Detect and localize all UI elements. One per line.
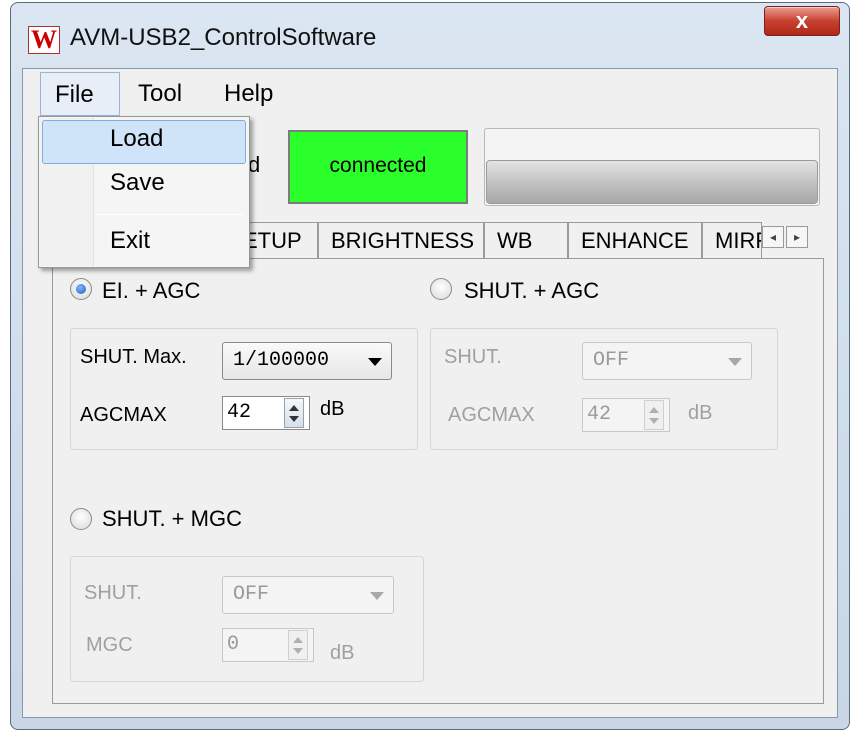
shut-mgc-shut-value: OFF xyxy=(233,583,270,606)
spin-down-icon xyxy=(649,418,659,424)
spin-down-icon xyxy=(293,648,303,654)
tab-mirror[interactable]: MIRF xyxy=(702,222,762,260)
mgc-spin-buttons xyxy=(288,630,308,660)
shut-agc-spin-buttons xyxy=(644,400,664,430)
shut-agc-agcmax-label: AGCMAX xyxy=(448,404,535,426)
shut-max-label: SHUT. Max. xyxy=(80,346,187,368)
agcmax-spin-buttons[interactable] xyxy=(284,398,304,428)
progress-bar xyxy=(486,160,818,204)
shut-agc-shut-label: SHUT. xyxy=(444,346,502,368)
tab-brightness[interactable]: BRIGHTNESS xyxy=(318,222,484,260)
radio-ei-agc-label[interactable]: EI. + AGC xyxy=(102,278,200,304)
shut-agc-shut-select: OFF xyxy=(582,342,752,380)
mgc-unit: dB xyxy=(330,642,355,664)
radio-ei-agc[interactable] xyxy=(70,278,92,300)
radio-shut-agc-label[interactable]: SHUT. + AGC xyxy=(464,278,599,304)
mgc-value: 0 xyxy=(227,633,240,656)
agcmax-value: 42 xyxy=(227,401,252,424)
shut-agc-agcmax-unit: dB xyxy=(688,402,713,424)
close-button[interactable]: x xyxy=(764,6,840,36)
menu-tool[interactable]: Tool xyxy=(128,72,192,116)
shut-agc-agcmax-value: 42 xyxy=(587,403,612,426)
shut-max-select[interactable]: 1/100000 xyxy=(222,342,392,380)
menu-separator xyxy=(96,214,244,215)
radio-shut-mgc[interactable] xyxy=(70,508,92,530)
mgc-label: MGC xyxy=(86,634,133,656)
tab-wb[interactable]: WB xyxy=(484,222,568,260)
menu-help[interactable]: Help xyxy=(214,72,283,116)
tab-scroll-left-button[interactable]: ◂ xyxy=(762,226,784,248)
radio-shut-agc[interactable] xyxy=(430,278,452,300)
shut-mgc-group xyxy=(70,556,424,682)
menu-file[interactable]: File xyxy=(40,72,120,116)
menu-item-load-label[interactable]: Load xyxy=(110,125,163,153)
menu-item-exit[interactable]: Exit xyxy=(110,227,150,255)
shut-max-value: 1/100000 xyxy=(233,349,330,372)
agcmax-unit: dB xyxy=(320,398,345,420)
radio-shut-mgc-label[interactable]: SHUT. + MGC xyxy=(102,506,242,532)
chevron-down-icon xyxy=(370,592,384,600)
menu-item-save[interactable]: Save xyxy=(110,169,165,197)
spin-up-icon xyxy=(289,405,299,411)
connection-status-text: connected xyxy=(329,154,427,177)
shut-agc-shut-value: OFF xyxy=(593,349,630,372)
tab-scroll-right-button[interactable]: ▸ xyxy=(786,226,808,248)
chevron-down-icon xyxy=(368,358,382,366)
shut-mgc-shut-select: OFF xyxy=(222,576,394,614)
spin-up-icon xyxy=(649,407,659,413)
agcmax-label: AGCMAX xyxy=(80,404,167,426)
chevron-down-icon xyxy=(728,358,742,366)
app-logo-icon: W xyxy=(28,26,60,54)
window-title: AVM-USB2_ControlSoftware xyxy=(70,24,377,51)
tab-enhance[interactable]: ENHANCE xyxy=(568,222,702,260)
spin-up-icon xyxy=(293,637,303,643)
spin-down-icon xyxy=(289,416,299,422)
shut-mgc-shut-label: SHUT. xyxy=(84,582,142,604)
